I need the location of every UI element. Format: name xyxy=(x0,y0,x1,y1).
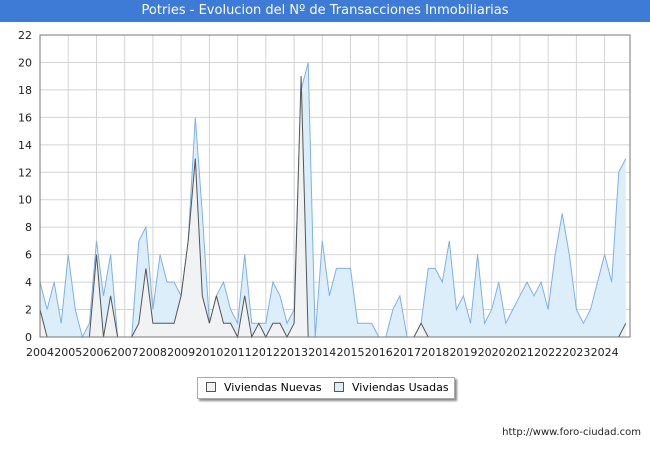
y-tick-label: 2 xyxy=(25,304,32,317)
x-tick-label: 2021 xyxy=(506,346,534,359)
legend-label-usadas: Viviendas Usadas xyxy=(352,381,449,394)
source-link[interactable]: http://www.foro-ciudad.com xyxy=(502,427,641,438)
y-tick-label: 14 xyxy=(18,139,32,152)
x-tick-label: 2024 xyxy=(591,346,619,359)
chart-title: Potries - Evolucion del Nº de Transaccio… xyxy=(0,0,650,22)
x-tick-label: 2010 xyxy=(195,346,223,359)
x-tick-label: 2014 xyxy=(308,346,336,359)
x-tick-label: 2005 xyxy=(54,346,82,359)
y-tick-label: 18 xyxy=(18,84,32,97)
x-tick-label: 2019 xyxy=(449,346,477,359)
x-tick-label: 2006 xyxy=(82,346,110,359)
y-tick-label: 12 xyxy=(18,166,32,179)
legend-swatch-nuevas xyxy=(206,382,216,392)
x-tick-label: 2022 xyxy=(534,346,562,359)
y-tick-label: 22 xyxy=(18,29,32,42)
legend-item-usadas: Viviendas Usadas xyxy=(334,381,449,395)
x-tick-label: 2008 xyxy=(139,346,167,359)
legend-label-nuevas: Viviendas Nuevas xyxy=(224,381,322,394)
y-tick-label: 4 xyxy=(25,276,32,289)
chart-area: 02468101214161820222004 2005 2006 2007 2008 2… xyxy=(18,29,631,359)
x-tick-label: 2009 xyxy=(167,346,195,359)
x-tick-label: 2020 xyxy=(478,346,506,359)
x-tick-label: 2016 xyxy=(365,346,393,359)
x-tick-label: 2023 xyxy=(562,346,590,359)
x-tick-label: 2013 xyxy=(280,346,308,359)
y-tick-label: 10 xyxy=(18,194,32,207)
x-tick-label: 2012 xyxy=(252,346,280,359)
x-tick-label: 2015 xyxy=(337,346,365,359)
x-tick-label: 2011 xyxy=(224,346,252,359)
legend: Viviendas Nuevas Viviendas Usadas xyxy=(197,377,455,399)
y-tick-label: 8 xyxy=(25,221,32,234)
legend-item-nuevas: Viviendas Nuevas xyxy=(206,381,322,395)
x-tick-label: 2018 xyxy=(421,346,449,359)
x-tick-label: 2007 xyxy=(111,346,139,359)
y-tick-label: 20 xyxy=(18,56,32,69)
legend-swatch-usadas xyxy=(334,382,344,392)
y-tick-label: 16 xyxy=(18,111,32,124)
y-tick-label: 0 xyxy=(25,331,32,344)
x-tick-label: 2004 xyxy=(26,346,54,359)
y-tick-label: 6 xyxy=(25,249,32,262)
x-tick-label: 2017 xyxy=(393,346,421,359)
